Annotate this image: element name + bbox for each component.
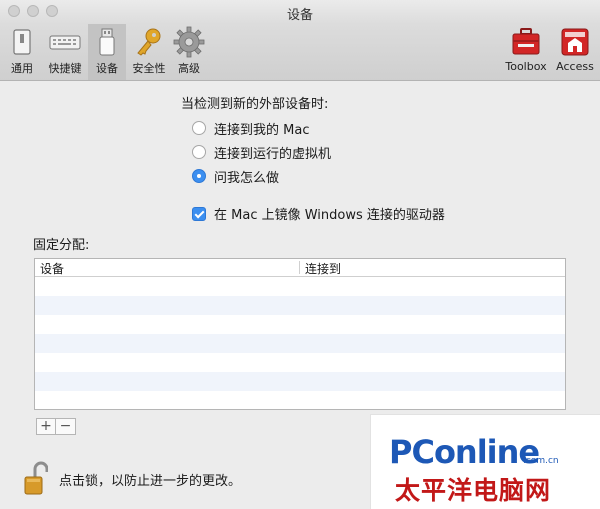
add-button[interactable]: + xyxy=(36,418,56,435)
table-row xyxy=(35,391,565,409)
column-header-device[interactable]: 设备 xyxy=(40,260,64,277)
radio-button[interactable] xyxy=(192,121,206,135)
tab-advanced[interactable]: 高级 xyxy=(170,24,208,80)
tab-devices[interactable]: 设备 xyxy=(88,24,126,80)
mirror-drives-label: 在 Mac 上镜像 Windows 连接的驱动器 xyxy=(214,208,445,223)
pconline-watermark: PConline .com.cn 太平洋电脑网 xyxy=(370,414,600,509)
toolbox-icon xyxy=(512,28,540,55)
column-header-connect-to[interactable]: 连接到 xyxy=(305,260,341,277)
access-button[interactable]: Access xyxy=(551,24,599,80)
toolbox-label: Toolbox xyxy=(505,60,547,73)
lock-icon[interactable] xyxy=(24,461,48,497)
mirror-drives-checkbox-row[interactable]: 在 Mac 上镜像 Windows 连接的驱动器 xyxy=(192,204,445,223)
access-label: Access xyxy=(556,60,594,73)
fixed-assignment-label: 固定分配: xyxy=(33,238,90,253)
radio-ask-me[interactable]: 问我怎么做 xyxy=(192,167,280,186)
table-row xyxy=(35,277,565,296)
add-remove-buttons: + − xyxy=(36,418,76,435)
preferences-window: 设备 通用 快捷键 设备 安全性 高级 Toolbox Access 当检测到新… xyxy=(0,0,600,509)
radio-connect-vm[interactable]: 连接到运行的虚拟机 xyxy=(192,143,332,162)
radio-label: 问我怎么做 xyxy=(214,170,280,186)
tab-shortcuts-label: 快捷键 xyxy=(48,62,82,75)
watermark-subtitle: 太平洋电脑网 xyxy=(395,476,552,505)
toolbar: 通用 快捷键 设备 安全性 高级 Toolbox Access xyxy=(0,24,600,81)
radio-connect-mac[interactable]: 连接到我的 Mac xyxy=(192,119,310,138)
table-row xyxy=(35,296,565,315)
tab-security-label: 安全性 xyxy=(132,62,166,75)
radio-label: 连接到我的 Mac xyxy=(214,122,310,138)
tab-general[interactable]: 通用 xyxy=(2,24,42,80)
table-row xyxy=(35,334,565,353)
tab-security[interactable]: 安全性 xyxy=(128,24,170,80)
title-bar: 设备 xyxy=(0,0,600,24)
radio-button-selected[interactable] xyxy=(192,169,206,183)
mirror-drives-checkbox[interactable] xyxy=(192,206,206,221)
lock-hint-text: 点击锁，以防止进一步的更改。 xyxy=(59,474,242,489)
usb-device-icon xyxy=(99,28,115,56)
tab-general-label: 通用 xyxy=(11,62,33,75)
access-icon xyxy=(561,28,589,56)
tab-advanced-label: 高级 xyxy=(178,62,200,75)
keyboard-icon xyxy=(49,35,81,50)
radio-label: 连接到运行的虚拟机 xyxy=(214,146,332,162)
tab-shortcuts[interactable]: 快捷键 xyxy=(42,24,88,80)
new-device-heading: 当检测到新的外部设备时: xyxy=(181,97,329,112)
watermark-brand: PConline xyxy=(389,433,540,471)
watermark-domain: .com.cn xyxy=(523,456,559,466)
table-header: 设备 连接到 xyxy=(35,259,565,277)
gear-icon xyxy=(173,26,205,58)
tab-devices-label: 设备 xyxy=(96,62,118,75)
key-icon xyxy=(137,28,161,56)
toolbox-button[interactable]: Toolbox xyxy=(502,24,550,80)
window-title: 设备 xyxy=(286,8,313,23)
general-switch-icon xyxy=(13,29,31,55)
device-assignment-table[interactable]: 设备 连接到 xyxy=(34,258,566,410)
column-divider xyxy=(299,261,300,274)
remove-button[interactable]: − xyxy=(56,418,76,435)
table-row xyxy=(35,315,565,334)
radio-button[interactable] xyxy=(192,145,206,159)
table-row xyxy=(35,372,565,391)
table-row xyxy=(35,353,565,372)
